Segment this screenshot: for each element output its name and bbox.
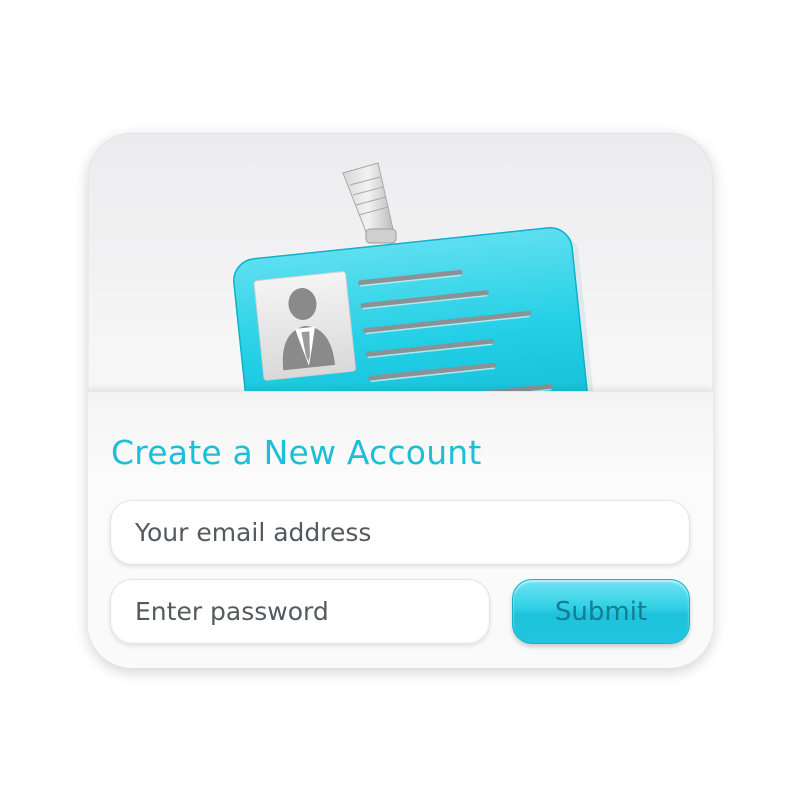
email-field-container [110, 500, 690, 565]
page: Create a New Account Submit [0, 0, 800, 800]
id-badge-icon [233, 162, 596, 405]
submit-button[interactable]: Submit [512, 579, 690, 644]
signup-card: Create a New Account Submit [88, 133, 713, 668]
email-input[interactable] [133, 517, 689, 548]
form-title: Create a New Account [111, 433, 482, 472]
password-field-container [110, 579, 490, 644]
badge-clip-icon [342, 162, 397, 244]
badge-illustration [88, 133, 713, 405]
password-input[interactable] [133, 596, 489, 627]
